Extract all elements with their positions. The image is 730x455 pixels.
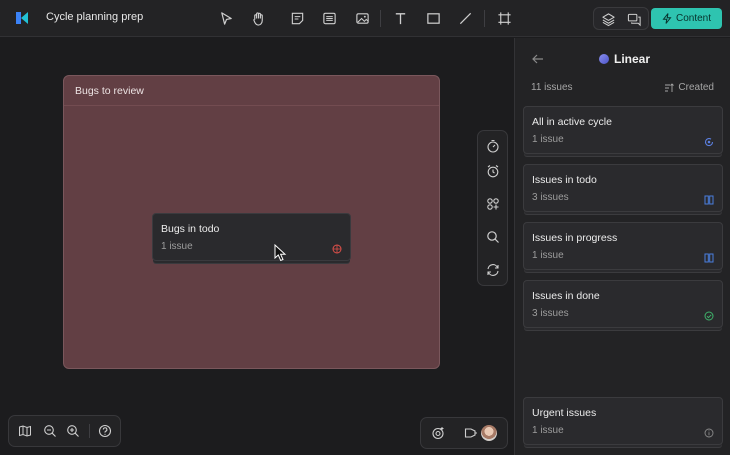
side-tools-toolbar	[477, 130, 508, 286]
card-title: Bugs in todo	[161, 223, 220, 235]
cycle-icon	[704, 134, 714, 147]
sync-icon[interactable]	[486, 263, 500, 277]
text-tool-icon[interactable]	[390, 8, 410, 28]
check-circle-icon	[704, 308, 714, 321]
top-bar: Cycle planning prep Content	[0, 0, 730, 37]
item-issue-count: 3 issues	[532, 192, 569, 203]
item-issue-count: 1 issue	[532, 250, 564, 261]
issue-count: 11 issues	[531, 82, 573, 93]
sort-label: Created	[678, 82, 714, 93]
item-issue-count: 1 issue	[532, 425, 564, 436]
board-title[interactable]: Cycle planning prep	[46, 11, 143, 23]
item-issue-count: 1 issue	[532, 134, 564, 145]
app-logo-icon[interactable]	[14, 10, 30, 26]
rectangle-tool-icon[interactable]	[423, 8, 443, 28]
collaboration-controls	[420, 417, 508, 449]
mouse-cursor-icon	[274, 244, 287, 262]
image-tool-icon[interactable]	[352, 8, 372, 28]
frame-tool-icon[interactable]	[494, 8, 514, 28]
info-icon	[704, 425, 714, 438]
sort-icon	[665, 82, 675, 92]
presentation-icon[interactable]	[464, 426, 478, 440]
apps-icon[interactable]	[486, 197, 500, 211]
board-icon	[704, 250, 714, 263]
item-title: Urgent issues	[532, 407, 597, 419]
frame-title[interactable]: Bugs to review	[64, 76, 439, 106]
content-button[interactable]: Content	[651, 8, 722, 29]
reaction-icon[interactable]	[431, 426, 445, 440]
item-title: All in active cycle	[532, 116, 612, 128]
panel-title-text: Linear	[614, 52, 651, 66]
list-tool-icon[interactable]	[319, 8, 339, 28]
comments-icon[interactable]	[624, 9, 644, 29]
linear-panel: Linear 11 issues Created All in active c…	[514, 38, 730, 455]
item-issue-count: 3 issues	[532, 308, 569, 319]
line-tool-icon[interactable]	[455, 8, 475, 28]
sort-control[interactable]: Created	[664, 82, 714, 93]
hand-tool-icon[interactable]	[248, 8, 268, 28]
item-title: Issues in todo	[532, 174, 597, 186]
controls-divider	[89, 424, 90, 438]
panel-title: Linear	[599, 52, 650, 66]
toolbar-divider	[380, 10, 381, 27]
select-tool-icon[interactable]	[216, 8, 236, 28]
panel-item-todo[interactable]: Issues in todo 3 issues	[523, 164, 723, 212]
timer-icon[interactable]	[486, 139, 500, 153]
panel-item-active-cycle[interactable]: All in active cycle 1 issue	[523, 106, 723, 154]
item-title: Issues in progress	[532, 232, 618, 244]
help-icon[interactable]	[98, 424, 112, 438]
linear-logo-icon	[599, 54, 609, 64]
search-icon[interactable]	[486, 230, 500, 244]
alarm-icon[interactable]	[486, 164, 500, 178]
panel-item-in-progress[interactable]: Issues in progress 1 issue	[523, 222, 723, 270]
zoom-out-icon[interactable]	[43, 424, 57, 438]
card-issue-count: 1 issue	[161, 241, 193, 252]
content-button-label: Content	[675, 13, 712, 24]
canvas-issue-card[interactable]: Bugs in todo 1 issue	[152, 213, 351, 261]
user-avatar[interactable]	[481, 425, 497, 441]
back-arrow-icon[interactable]	[531, 52, 545, 66]
toolbar-divider	[484, 10, 485, 27]
view-toggle-group	[593, 7, 649, 30]
map-icon[interactable]	[18, 424, 32, 438]
lightning-icon	[662, 13, 672, 24]
layers-icon[interactable]	[598, 9, 618, 29]
panel-item-urgent[interactable]: Urgent issues 1 issue	[523, 397, 723, 445]
zoom-controls	[8, 415, 121, 447]
panel-item-done[interactable]: Issues in done 3 issues	[523, 280, 723, 328]
board-icon	[704, 192, 714, 205]
sticky-note-tool-icon[interactable]	[287, 8, 307, 28]
item-title: Issues in done	[532, 290, 600, 302]
zoom-in-icon[interactable]	[66, 424, 80, 438]
bug-icon	[332, 241, 342, 254]
